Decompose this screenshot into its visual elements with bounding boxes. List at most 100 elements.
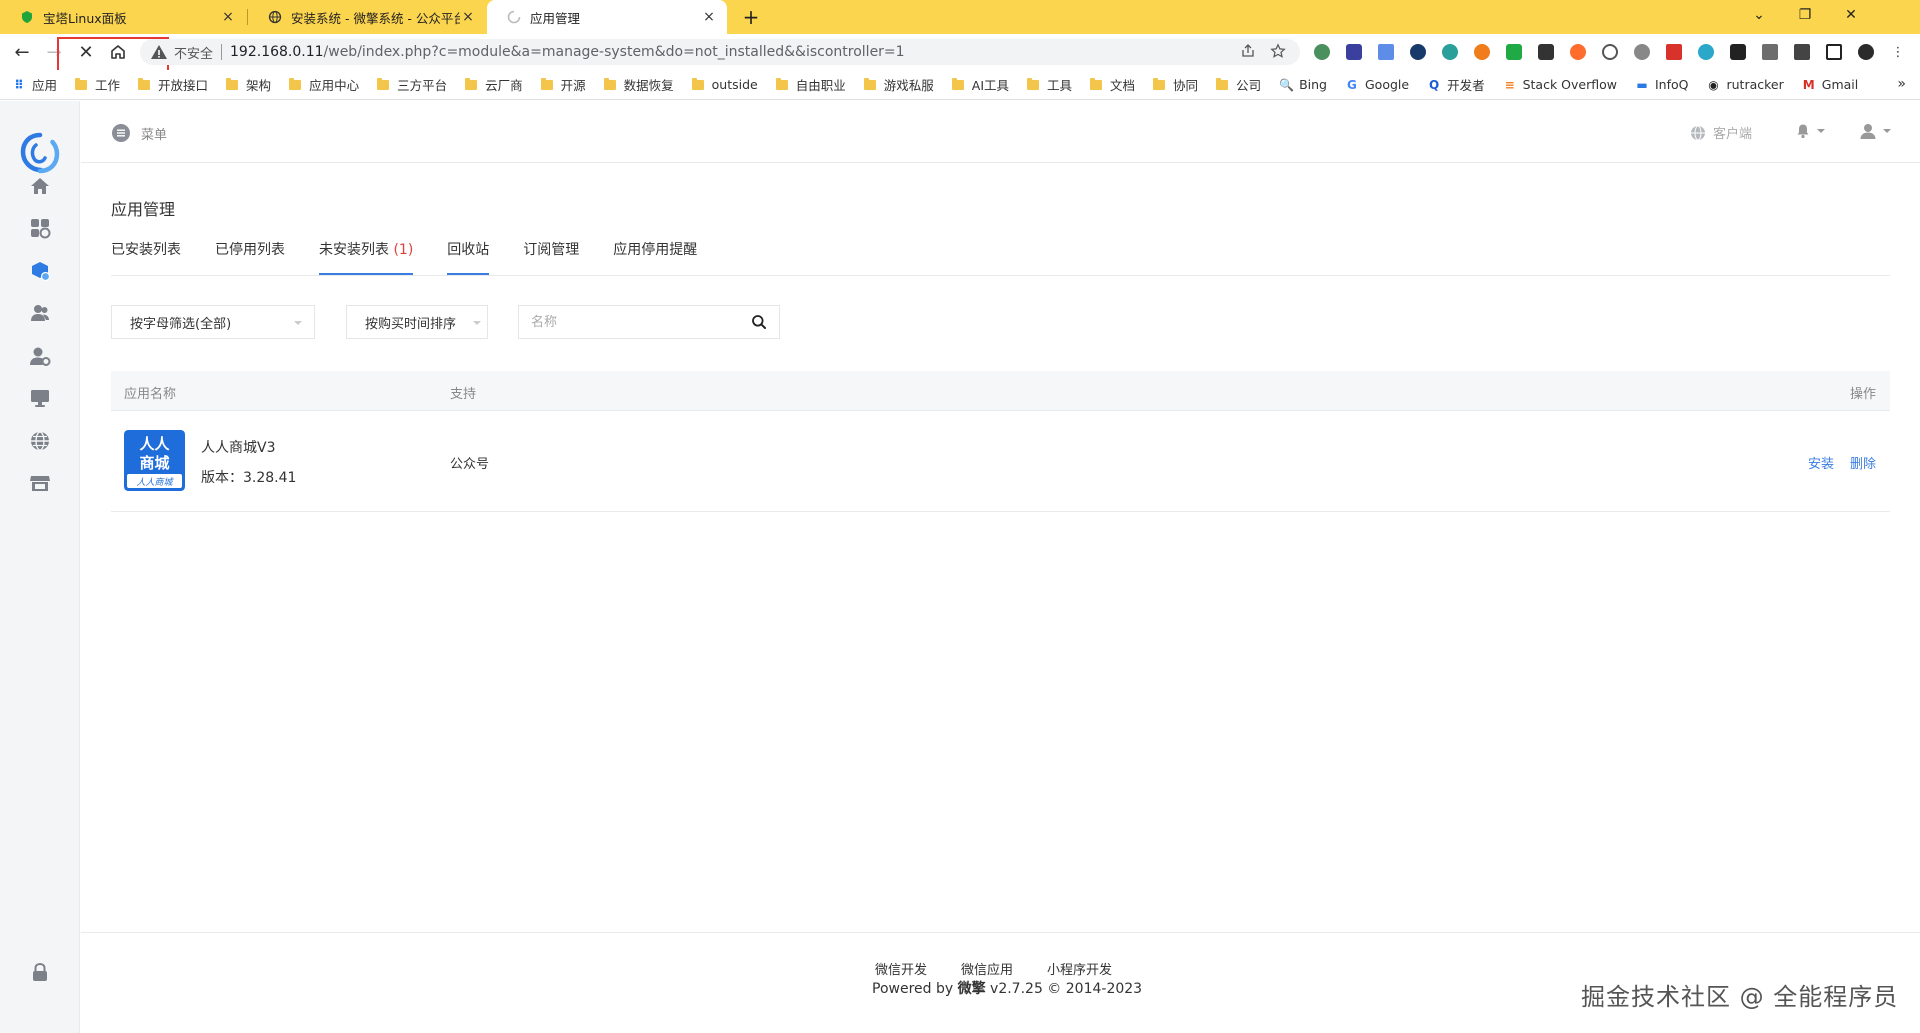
tab-close-icon[interactable]: ×: [220, 9, 236, 25]
bookmark-item[interactable]: 工作: [75, 75, 120, 94]
letter-filter-value: 按字母筛选(全部): [130, 316, 232, 332]
minimize-button[interactable]: ⌄: [1736, 0, 1782, 30]
bookmark-item[interactable]: 游戏私服: [863, 75, 934, 94]
bookmark-item[interactable]: 三方平台: [377, 75, 447, 94]
extension-grad-cap-icon[interactable]: [1342, 40, 1366, 64]
extension-red-square-icon[interactable]: [1662, 40, 1686, 64]
bookmark-item[interactable]: Q 开发者: [1427, 75, 1485, 94]
site-favicon-icon: ◉: [1708, 77, 1719, 92]
sidebar-users-icon[interactable]: [28, 301, 52, 325]
folder-icon: [1027, 77, 1040, 90]
bookmark-item[interactable]: 🔍 Bing: [1279, 77, 1327, 92]
bookmark-item[interactable]: 公司: [1216, 75, 1261, 94]
tab-close-icon[interactable]: ×: [701, 9, 717, 25]
bookmark-item[interactable]: ◉ rutracker: [1707, 77, 1784, 92]
browser-tab-install-system[interactable]: 安装系统 - 微擎系统 - 公众平台自 ×: [248, 0, 486, 34]
name-search-box: [518, 305, 780, 339]
browser-tab-baota[interactable]: 宝塔Linux面板 ×: [0, 0, 246, 34]
sidebar-apps-icon[interactable]: [28, 216, 52, 240]
tab-recycle-bin[interactable]: 回收站: [447, 240, 490, 276]
extension-x-icon[interactable]: [1534, 40, 1558, 64]
new-tab-button[interactable]: +: [738, 4, 764, 30]
tab-subscriptions[interactable]: 订阅管理: [523, 240, 579, 276]
bookmark-item[interactable]: 工具: [1027, 75, 1072, 94]
bookmark-item[interactable]: 自由职业: [775, 75, 846, 94]
bookmark-item[interactable]: 应用中心: [289, 75, 359, 94]
address-bar[interactable]: 不安全 192.168.0.11/web/index.php?c=module&…: [140, 39, 1300, 65]
sidebar-user-settings-icon[interactable]: [28, 344, 52, 368]
share-icon[interactable]: [1240, 43, 1256, 59]
bookmark-item[interactable]: 开放接口: [138, 75, 208, 94]
letter-filter-select[interactable]: 按字母筛选(全部): [111, 305, 315, 339]
tab-installed[interactable]: 已安装列表: [111, 240, 181, 276]
window-close-button[interactable]: ✕: [1828, 0, 1874, 30]
profile-avatar-icon[interactable]: [1854, 40, 1878, 64]
sidebar-globe-icon[interactable]: [28, 429, 52, 453]
we7-logo-icon[interactable]: [17, 130, 63, 176]
extension-orange-icon[interactable]: [1470, 40, 1494, 64]
extension-v-icon[interactable]: [1758, 40, 1782, 64]
name-search-input[interactable]: [519, 307, 751, 337]
extension-layers-icon[interactable]: [1374, 40, 1398, 64]
extension-box-icon[interactable]: [1726, 40, 1750, 64]
bookmark-item[interactable]: 开源: [540, 75, 586, 94]
sidebar-app-management-icon[interactable]: [28, 259, 52, 283]
delete-button[interactable]: 删除: [1850, 453, 1876, 472]
bookmark-star-icon[interactable]: [1270, 43, 1286, 59]
sidepanel-icon[interactable]: [1822, 40, 1846, 64]
install-button[interactable]: 安装: [1808, 453, 1834, 472]
sidebar-lock-icon[interactable]: [29, 961, 51, 983]
extension-gear-icon[interactable]: [1630, 40, 1654, 64]
bookmark-item[interactable]: M Gmail: [1802, 77, 1858, 92]
search-icon[interactable]: [751, 314, 767, 330]
bookmark-item[interactable]: AI工具: [951, 75, 1010, 94]
footer-link[interactable]: 微信开发: [875, 959, 927, 978]
footer-links: 微信开发 微信应用 小程序开发: [875, 959, 1112, 978]
bookmark-item[interactable]: 云厂商: [465, 75, 523, 94]
sidebar-home-icon[interactable]: [28, 174, 52, 198]
bookmark-label: InfoQ: [1655, 77, 1689, 92]
tab-close-icon[interactable]: ×: [460, 9, 476, 25]
client-link[interactable]: 客户端: [1690, 123, 1752, 142]
sidebar-monitor-icon[interactable]: [28, 386, 52, 410]
notifications-button[interactable]: [1795, 123, 1825, 139]
folder-icon: [691, 77, 704, 90]
puzzle-icon[interactable]: [1790, 40, 1814, 64]
bookmarks-overflow-icon[interactable]: »: [1897, 76, 1906, 92]
sort-filter-select[interactable]: 按购买时间排序: [346, 305, 488, 339]
bookmark-item[interactable]: 数据恢复: [603, 75, 674, 94]
browser-tab-app-management[interactable]: 应用管理 ×: [487, 0, 727, 34]
bookmark-label: AI工具: [971, 78, 1010, 93]
client-globe-icon: [1691, 125, 1705, 140]
menu-toggle-button[interactable]: 菜单: [111, 123, 167, 143]
extension-globe-icon[interactable]: [1310, 40, 1334, 64]
folder-icon: [540, 77, 553, 90]
bookmark-item[interactable]: 文档: [1090, 75, 1135, 94]
user-menu-button[interactable]: [1859, 122, 1891, 140]
extension-shield-icon[interactable]: [1694, 40, 1718, 64]
extension-flame-icon[interactable]: [1566, 40, 1590, 64]
more-menu-icon[interactable]: ⋮: [1886, 40, 1910, 64]
tab-not-installed[interactable]: 未安装列表 (1): [319, 240, 414, 276]
bookmark-item[interactable]: ⠿ 应用: [12, 75, 57, 94]
powered-brand[interactable]: 微擎: [958, 981, 986, 997]
tab-disable-reminder[interactable]: 应用停用提醒: [613, 240, 697, 276]
bookmark-item[interactable]: G Google: [1345, 77, 1409, 92]
tab-disabled[interactable]: 已停用列表: [215, 240, 285, 276]
extension-speed-icon[interactable]: [1598, 40, 1622, 64]
restore-button[interactable]: ❐: [1782, 0, 1828, 30]
bookmark-item[interactable]: outside: [691, 77, 758, 92]
footer-link[interactable]: 微信应用: [961, 959, 1013, 978]
bookmark-item[interactable]: ≡ Stack Overflow: [1503, 77, 1617, 92]
extension-check-icon[interactable]: [1406, 40, 1430, 64]
bookmark-item[interactable]: ▬ InfoQ: [1635, 77, 1689, 92]
back-button[interactable]: ←: [8, 38, 36, 66]
bookmark-item[interactable]: 架构: [226, 75, 271, 94]
extension-earth-icon[interactable]: [1438, 40, 1462, 64]
tab-label: 已安装列表: [111, 242, 181, 258]
sidebar-store-icon[interactable]: [28, 471, 52, 495]
extension-green-badge-icon[interactable]: [1502, 40, 1526, 64]
footer-link[interactable]: 小程序开发: [1047, 959, 1112, 978]
sort-filter-value: 按购买时间排序: [365, 316, 457, 332]
bookmark-item[interactable]: 协同: [1153, 75, 1198, 94]
